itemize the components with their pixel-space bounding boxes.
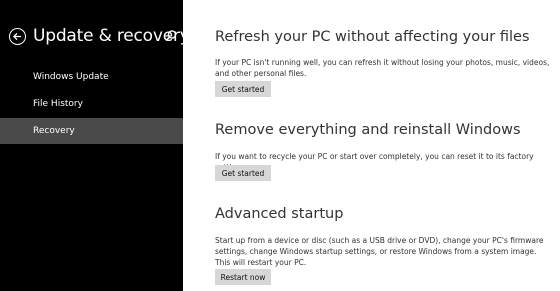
main-content: Refresh your PC without affecting your f…	[0, 0, 560, 291]
advanced-startup-heading: Advanced startup	[215, 206, 344, 222]
refresh-pc-description: If your PC isn't running well, you can r…	[215, 58, 550, 78]
reset-pc-heading: Remove everything and reinstall Windows	[215, 122, 521, 138]
refresh-get-started-button[interactable]: Get started	[215, 81, 271, 97]
restart-now-button[interactable]: Restart now	[215, 269, 271, 285]
reset-get-started-button[interactable]: Get started	[215, 165, 271, 181]
advanced-startup-description: Start up from a device or disc (such as …	[215, 236, 544, 267]
refresh-pc-heading: Refresh your PC without affecting your f…	[215, 29, 530, 45]
